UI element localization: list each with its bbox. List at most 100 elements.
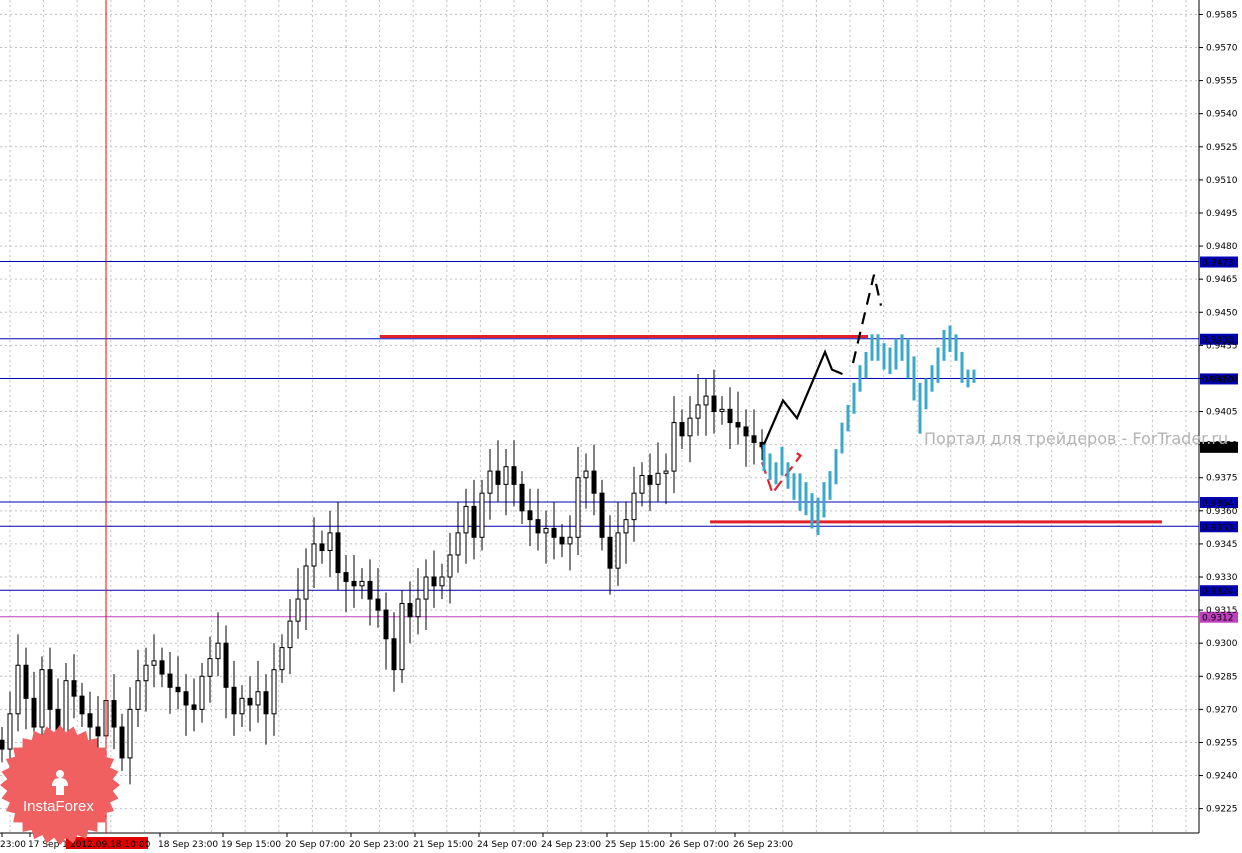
time-tick-label: 20 Sep 07:00 bbox=[285, 840, 345, 850]
candle-body bbox=[143, 664, 149, 682]
candle-body bbox=[463, 505, 469, 534]
price-tick-label: 0.9480 bbox=[1206, 242, 1238, 252]
candle-body bbox=[183, 691, 189, 706]
candle-body bbox=[7, 713, 13, 750]
time-tick-label: 19 Sep 15:00 bbox=[221, 840, 281, 850]
candle-body bbox=[87, 713, 93, 728]
candle-body bbox=[487, 470, 493, 494]
candle-body bbox=[511, 466, 517, 485]
price-tick-label: 0.9315 bbox=[1206, 606, 1238, 616]
candle-body bbox=[135, 680, 141, 710]
candle-body bbox=[31, 697, 37, 728]
candle-body bbox=[639, 475, 645, 494]
price-tick-label: 0.9570 bbox=[1206, 44, 1238, 54]
price-chart[interactable]: 0.94730.94380.94200.93640.93530.93240.93… bbox=[0, 0, 1242, 853]
candle-body bbox=[327, 532, 333, 552]
time-tick-label: 20 Sep 23:00 bbox=[349, 840, 409, 850]
candle-body bbox=[583, 470, 589, 479]
candle-body bbox=[247, 697, 253, 706]
candle-body bbox=[383, 609, 389, 640]
candle-body bbox=[631, 492, 637, 521]
time-tick-label: 26 Sep 23:00 bbox=[733, 840, 793, 850]
candle-body bbox=[711, 395, 717, 413]
candle-body bbox=[199, 675, 205, 710]
candle-body bbox=[471, 505, 477, 538]
candle-body bbox=[519, 483, 525, 512]
price-tick-label: 0.9495 bbox=[1206, 209, 1238, 219]
candle-body bbox=[15, 664, 21, 715]
candle-body bbox=[311, 543, 317, 567]
candle-body bbox=[367, 580, 373, 600]
candle-body bbox=[735, 422, 741, 428]
time-tick-label: 25 Sep 15:00 bbox=[605, 840, 665, 850]
candle-body bbox=[215, 642, 221, 660]
candle-body bbox=[455, 532, 461, 556]
candle-body bbox=[607, 536, 613, 569]
candle-body bbox=[23, 664, 29, 699]
level-tag-label: 0.9324 bbox=[1202, 587, 1234, 597]
cursor-time-label: 2012.09.18 10:00 bbox=[70, 840, 151, 850]
price-tick-label: 0.9510 bbox=[1206, 176, 1238, 186]
candle-body bbox=[231, 686, 237, 715]
candle-body bbox=[343, 572, 349, 582]
price-tick-label: 0.9525 bbox=[1206, 143, 1238, 153]
candle-body bbox=[567, 536, 573, 545]
watermark-text: Портал для трейдеров - ForTrader.ru bbox=[924, 429, 1228, 448]
time-tick-label: 21 Sep 15:00 bbox=[413, 840, 473, 850]
level-tag-label: 0.9353 bbox=[1202, 523, 1234, 533]
candle-body bbox=[503, 466, 509, 485]
candle-body bbox=[431, 576, 437, 587]
candle-body bbox=[207, 658, 213, 677]
candle-body bbox=[751, 435, 757, 443]
candle-body bbox=[703, 395, 709, 406]
candle-body bbox=[303, 565, 309, 600]
candle-body bbox=[591, 470, 597, 494]
candle-body bbox=[191, 704, 197, 710]
candle-body bbox=[271, 669, 277, 715]
candle-body bbox=[71, 680, 77, 697]
candle-body bbox=[167, 673, 173, 688]
candle-body bbox=[351, 580, 357, 587]
candle-body bbox=[239, 697, 245, 715]
price-tick-label: 0.9225 bbox=[1206, 805, 1238, 815]
candle-body bbox=[359, 580, 365, 587]
candle-body bbox=[111, 700, 117, 728]
candle-body bbox=[223, 642, 229, 688]
candle-body bbox=[495, 470, 501, 485]
candle-body bbox=[527, 510, 533, 521]
candle-body bbox=[535, 519, 541, 534]
candle-body bbox=[319, 543, 325, 552]
candle-body bbox=[671, 422, 677, 472]
candle-body bbox=[375, 598, 381, 611]
price-tick-label: 0.9300 bbox=[1206, 639, 1238, 649]
price-tick-label: 0.9450 bbox=[1206, 308, 1238, 318]
candle-body bbox=[263, 691, 269, 715]
candle-body bbox=[623, 519, 629, 534]
price-tick-label: 0.9285 bbox=[1206, 672, 1238, 682]
candle-body bbox=[255, 691, 261, 706]
price-tick-label: 0.9270 bbox=[1206, 705, 1238, 715]
candle-body bbox=[279, 647, 285, 671]
candle-body bbox=[423, 576, 429, 600]
candle-body bbox=[95, 726, 101, 737]
price-tick-label: 0.9405 bbox=[1206, 408, 1238, 418]
candle-body bbox=[407, 602, 413, 618]
candle-body bbox=[551, 527, 557, 538]
logo-text: InstaForex bbox=[23, 798, 94, 815]
price-tick-label: 0.9435 bbox=[1206, 341, 1238, 351]
candle-body bbox=[39, 669, 45, 728]
candle-body bbox=[695, 404, 701, 419]
price-tick-label: 0.9585 bbox=[1206, 10, 1238, 20]
candle-body bbox=[687, 417, 693, 437]
candle-body bbox=[719, 408, 725, 413]
candle-body bbox=[615, 532, 621, 569]
candle-body bbox=[175, 686, 181, 693]
candle-body bbox=[575, 477, 581, 538]
candle-body bbox=[679, 422, 685, 437]
candle-body bbox=[295, 598, 301, 622]
price-tick-label: 0.9555 bbox=[1206, 77, 1238, 87]
candle-body bbox=[287, 620, 293, 649]
candle-body bbox=[399, 602, 405, 671]
candle-body bbox=[447, 554, 453, 578]
candle-body bbox=[439, 576, 445, 587]
